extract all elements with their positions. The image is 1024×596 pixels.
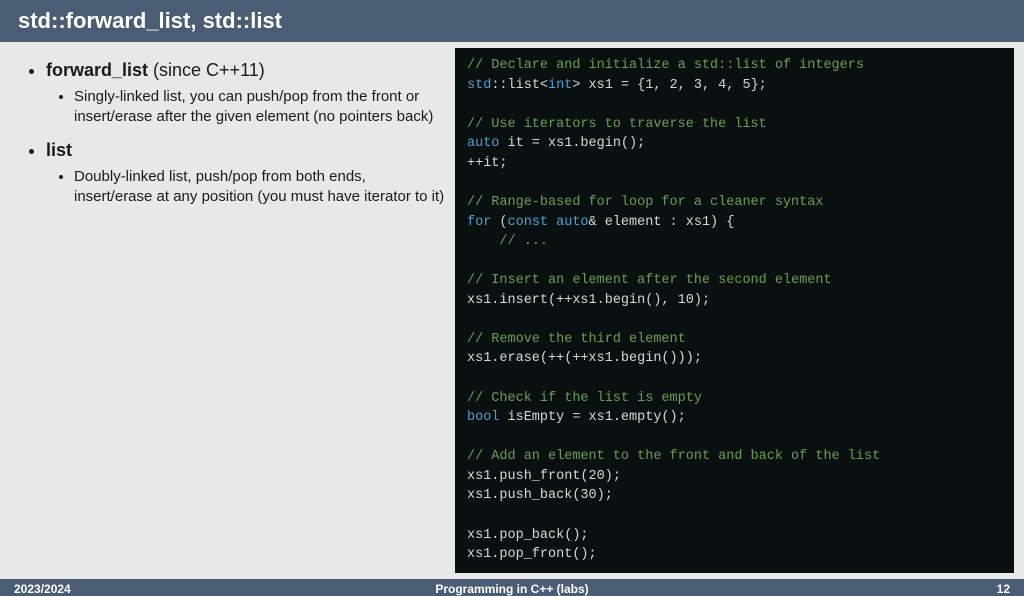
code-text: xs1.pop_front(); bbox=[467, 547, 597, 562]
slide-title: std::forward_list, std::list bbox=[0, 0, 1024, 42]
bullet-2-sub: Doubly-linked list, push/pop from both e… bbox=[74, 167, 445, 208]
slide-body: forward_list (since C++11) Singly-linked… bbox=[0, 42, 1024, 579]
code-text: xs1.pop_back(); bbox=[467, 528, 589, 543]
code-comment: // Use iterators to traverse the list bbox=[467, 117, 767, 132]
bullet-list: forward_list (since C++11) Singly-linked… bbox=[28, 60, 445, 207]
footer: 2023/2024 Programming in C++ (labs) 12 bbox=[0, 579, 1024, 596]
footer-center: Programming in C++ (labs) bbox=[435, 582, 588, 596]
bullet-1-rest: (since C++11) bbox=[148, 60, 265, 80]
bullet-1: forward_list (since C++11) Singly-linked… bbox=[46, 60, 445, 128]
slide: std::forward_list, std::list forward_lis… bbox=[0, 0, 1024, 576]
code-kw: int bbox=[548, 78, 572, 93]
code-block: // Declare and initialize a std::list of… bbox=[455, 48, 1014, 573]
code-text: xs1.insert(++xs1.begin(), 10); bbox=[467, 293, 710, 308]
code-kw: bool bbox=[467, 410, 499, 425]
bullet-2: list Doubly-linked list, push/pop from b… bbox=[46, 140, 445, 208]
code-comment: // Add an element to the front and back … bbox=[467, 449, 880, 464]
bullet-2-strong: list bbox=[46, 140, 72, 160]
code-text: xs1.push_front(20); bbox=[467, 469, 621, 484]
code-text: it = xs1.begin(); bbox=[499, 136, 645, 151]
code-comment: // Declare and initialize a std::list of… bbox=[467, 58, 864, 73]
bullet-1-strong: forward_list bbox=[46, 60, 148, 80]
code-comment: // Range-based for loop for a cleaner sy… bbox=[467, 195, 823, 210]
content-left: forward_list (since C++11) Singly-linked… bbox=[0, 42, 455, 579]
code-text bbox=[467, 234, 499, 249]
code-kw: auto bbox=[467, 136, 499, 151]
code-text: ::list< bbox=[491, 78, 548, 93]
footer-right: 12 bbox=[997, 582, 1010, 596]
code-text: > xs1 = {1, 2, 3, 4, 5}; bbox=[572, 78, 766, 93]
bullet-1-sub: Singly-linked list, you can push/pop fro… bbox=[74, 87, 445, 128]
code-kw: const auto bbox=[508, 215, 589, 230]
code-comment: // Insert an element after the second el… bbox=[467, 273, 832, 288]
footer-left: 2023/2024 bbox=[14, 582, 71, 596]
code-comment: // Check if the list is empty bbox=[467, 391, 702, 406]
content-right: // Declare and initialize a std::list of… bbox=[455, 42, 1024, 579]
code-text: ( bbox=[491, 215, 507, 230]
code-comment: // Remove the third element bbox=[467, 332, 686, 347]
code-text: isEmpty = xs1.empty(); bbox=[499, 410, 685, 425]
code-text: xs1.erase(++(++xs1.begin())); bbox=[467, 351, 702, 366]
code-comment: // ... bbox=[499, 234, 548, 249]
code-text: & element : xs1) { bbox=[589, 215, 735, 230]
code-kw: std bbox=[467, 78, 491, 93]
code-text: ++it; bbox=[467, 156, 508, 171]
code-text: xs1.push_back(30); bbox=[467, 488, 613, 503]
code-kw: for bbox=[467, 215, 491, 230]
